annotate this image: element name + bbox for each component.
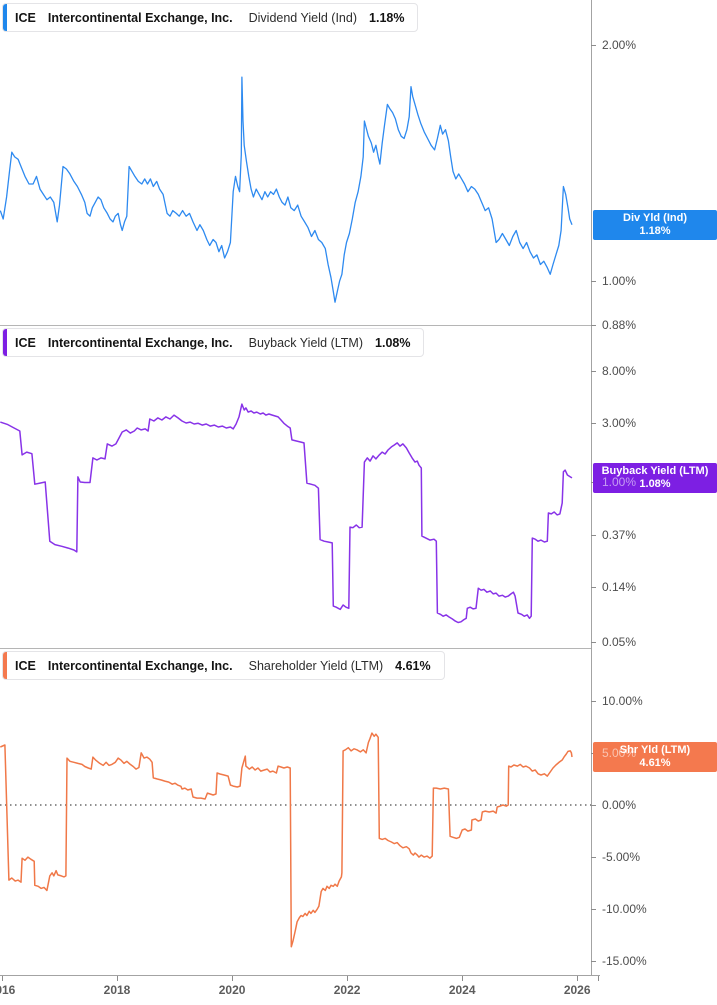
- y-axis-label: 1.00%: [602, 274, 637, 289]
- y-tick-mark: [591, 961, 596, 963]
- y-tick-mark: [591, 281, 596, 283]
- x-axis-label: 2020: [218, 983, 246, 997]
- y-axis-label: -10.00%: [602, 902, 647, 917]
- metric-value: 1.08%: [375, 335, 411, 350]
- chart-header-dividend-yield[interactable]: ICE Intercontinental Exchange, Inc. Divi…: [2, 3, 419, 32]
- x-axis-label: 2018: [103, 983, 131, 997]
- metric-value: 4.61%: [395, 658, 431, 673]
- ticker: ICE: [15, 335, 36, 350]
- y-axis-label: -15.00%: [602, 954, 647, 969]
- x-tick-mark: [232, 976, 234, 981]
- stock-yield-charts: 2.00% 1.00% 0.88% 8.00% 3.00% 1.00% 0.37% 0.14%…: [0, 0, 717, 1005]
- y-axis-label: 0.88%: [602, 317, 637, 332]
- x-axis-label: 2026: [563, 983, 591, 997]
- y-axis-label: -5.00%: [602, 850, 641, 865]
- accent-bar: [3, 652, 7, 679]
- y-axis-label: 2.00%: [602, 38, 637, 53]
- y-tick-mark: [591, 535, 596, 537]
- y-axis-label: 0.05%: [602, 635, 637, 649]
- series-line-shr-yld-ltm-: [0, 732, 573, 948]
- x-tick-mark: [598, 976, 599, 981]
- y-axis-label: 0.37%: [602, 528, 637, 543]
- y-axis-label: 0.14%: [602, 580, 637, 594]
- company-name: Intercontinental Exchange, Inc.: [47, 658, 233, 673]
- y-tick-mark: [591, 909, 596, 911]
- accent-bar: [3, 4, 7, 31]
- x-axis-label: 2022: [333, 983, 361, 997]
- metric-label: Shareholder Yield (LTM): [248, 658, 384, 673]
- x-tick-mark: [577, 976, 579, 981]
- badge-value: 1.08%: [639, 478, 671, 490]
- y-tick-mark: [591, 642, 596, 643]
- y-tick-mark: [591, 45, 596, 47]
- x-tick-mark: [117, 976, 118, 981]
- ticker: ICE: [15, 10, 36, 25]
- y-axis-label: 0.00%: [602, 798, 637, 812]
- x-axis-label: 2016: [0, 983, 16, 997]
- y-tick-mark: [591, 587, 596, 588]
- y-tick-mark: [591, 857, 596, 859]
- chart-header-buyback-yield[interactable]: ICE Intercontinental Exchange, Inc. Buyb…: [2, 328, 425, 357]
- y-axis-label: 10.00%: [602, 693, 643, 708]
- x-tick-mark: [2, 976, 3, 981]
- chart-header-shareholder-yield[interactable]: ICE Intercontinental Exchange, Inc. Shar…: [2, 651, 445, 680]
- ticker: ICE: [15, 658, 36, 673]
- series-line-buyback-yield-ltm-: [0, 403, 573, 624]
- y-axis-label: 3.00%: [602, 416, 637, 431]
- y-tick-mark: [591, 423, 596, 425]
- last-value-badge-div-yld[interactable]: Div Yld (Ind) 1.18%: [593, 210, 717, 240]
- y-tick-mark: [591, 805, 596, 806]
- metric-label: Dividend Yield (Ind): [248, 10, 358, 25]
- badge-value: 4.61%: [639, 757, 671, 769]
- company-name: Intercontinental Exchange, Inc.: [47, 10, 233, 25]
- metric-value: 1.18%: [369, 10, 405, 25]
- y-axis-label: 1.00%: [602, 475, 637, 489]
- y-tick-mark: [591, 370, 596, 372]
- x-tick-mark: [347, 976, 349, 981]
- y-tick-mark: [591, 700, 596, 702]
- y-axis-label: 8.00%: [602, 363, 637, 378]
- metric-label: Buyback Yield (LTM): [248, 335, 364, 350]
- y-tick-mark: [591, 324, 596, 326]
- series-line-div-yld-ind-: [0, 76, 573, 303]
- accent-bar: [3, 329, 7, 356]
- badge-value: 1.18%: [639, 225, 671, 237]
- badge-label: Div Yld (Ind): [623, 212, 687, 224]
- company-name: Intercontinental Exchange, Inc.: [47, 335, 233, 350]
- x-tick-mark: [462, 976, 464, 981]
- y-axis-label: 5.00%: [602, 745, 637, 760]
- x-axis-label: 2024: [448, 983, 476, 997]
